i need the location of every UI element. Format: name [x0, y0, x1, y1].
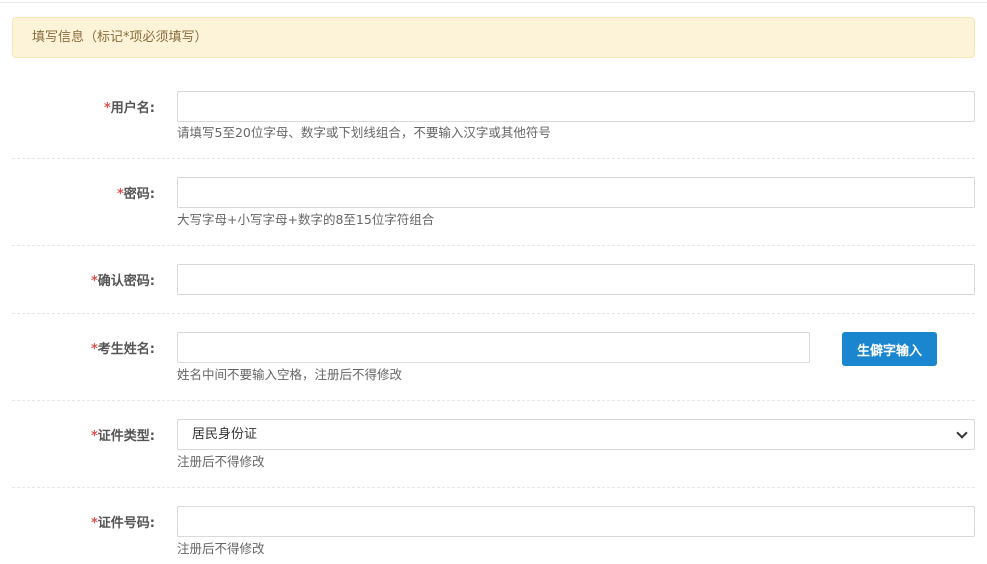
name-input[interactable]	[177, 332, 810, 363]
required-mark: *	[116, 187, 124, 202]
chevron-down-icon	[956, 427, 968, 439]
confirm-password-row: *确认密码:	[12, 246, 975, 314]
name-hint: 姓名中间不要输入空格，注册后不得修改	[177, 367, 403, 382]
required-mark: *	[103, 101, 111, 116]
name-label: *考生姓名:	[90, 342, 155, 357]
password-input[interactable]	[177, 177, 975, 208]
required-mark: *	[90, 429, 98, 444]
password-row: *密码: 大写字母+小写字母+数字的8至15位字符组合	[12, 159, 975, 246]
id-number-input[interactable]	[177, 506, 975, 537]
id-number-hint: 注册后不得修改	[177, 541, 265, 556]
rare-character-input-button[interactable]: 生僻字输入	[842, 332, 937, 366]
id-number-label: *证件号码:	[90, 516, 155, 531]
id-number-row: *证件号码: 注册后不得修改	[12, 488, 975, 564]
username-input[interactable]	[177, 91, 975, 122]
username-label: *用户名:	[103, 101, 155, 116]
password-label: *密码:	[116, 187, 155, 202]
name-row: *考生姓名: 生僻字输入 姓名中间不要输入空格，注册后不得修改	[12, 314, 975, 401]
password-hint: 大写字母+小写字母+数字的8至15位字符组合	[177, 212, 435, 227]
confirm-password-label: *确认密码:	[90, 274, 155, 289]
required-mark: *	[90, 516, 98, 531]
username-hint: 请填写5至20位字母、数字或下划线组合，不要输入汉字或其他符号	[177, 125, 551, 140]
form-notice: 填写信息（标记*项必须填写）	[12, 17, 975, 58]
id-type-selected-value: 居民身份证	[192, 427, 258, 442]
id-type-label: *证件类型:	[90, 429, 155, 444]
required-mark: *	[90, 274, 98, 289]
id-type-hint: 注册后不得修改	[177, 454, 265, 469]
required-mark: *	[90, 342, 98, 357]
top-border	[0, 0, 987, 3]
id-type-select[interactable]: 居民身份证	[177, 419, 975, 450]
confirm-password-input[interactable]	[177, 264, 975, 295]
id-type-row: *证件类型: 居民身份证 注册后不得修改	[12, 401, 975, 488]
username-row: *用户名: 请填写5至20位字母、数字或下划线组合，不要输入汉字或其他符号	[12, 80, 975, 159]
